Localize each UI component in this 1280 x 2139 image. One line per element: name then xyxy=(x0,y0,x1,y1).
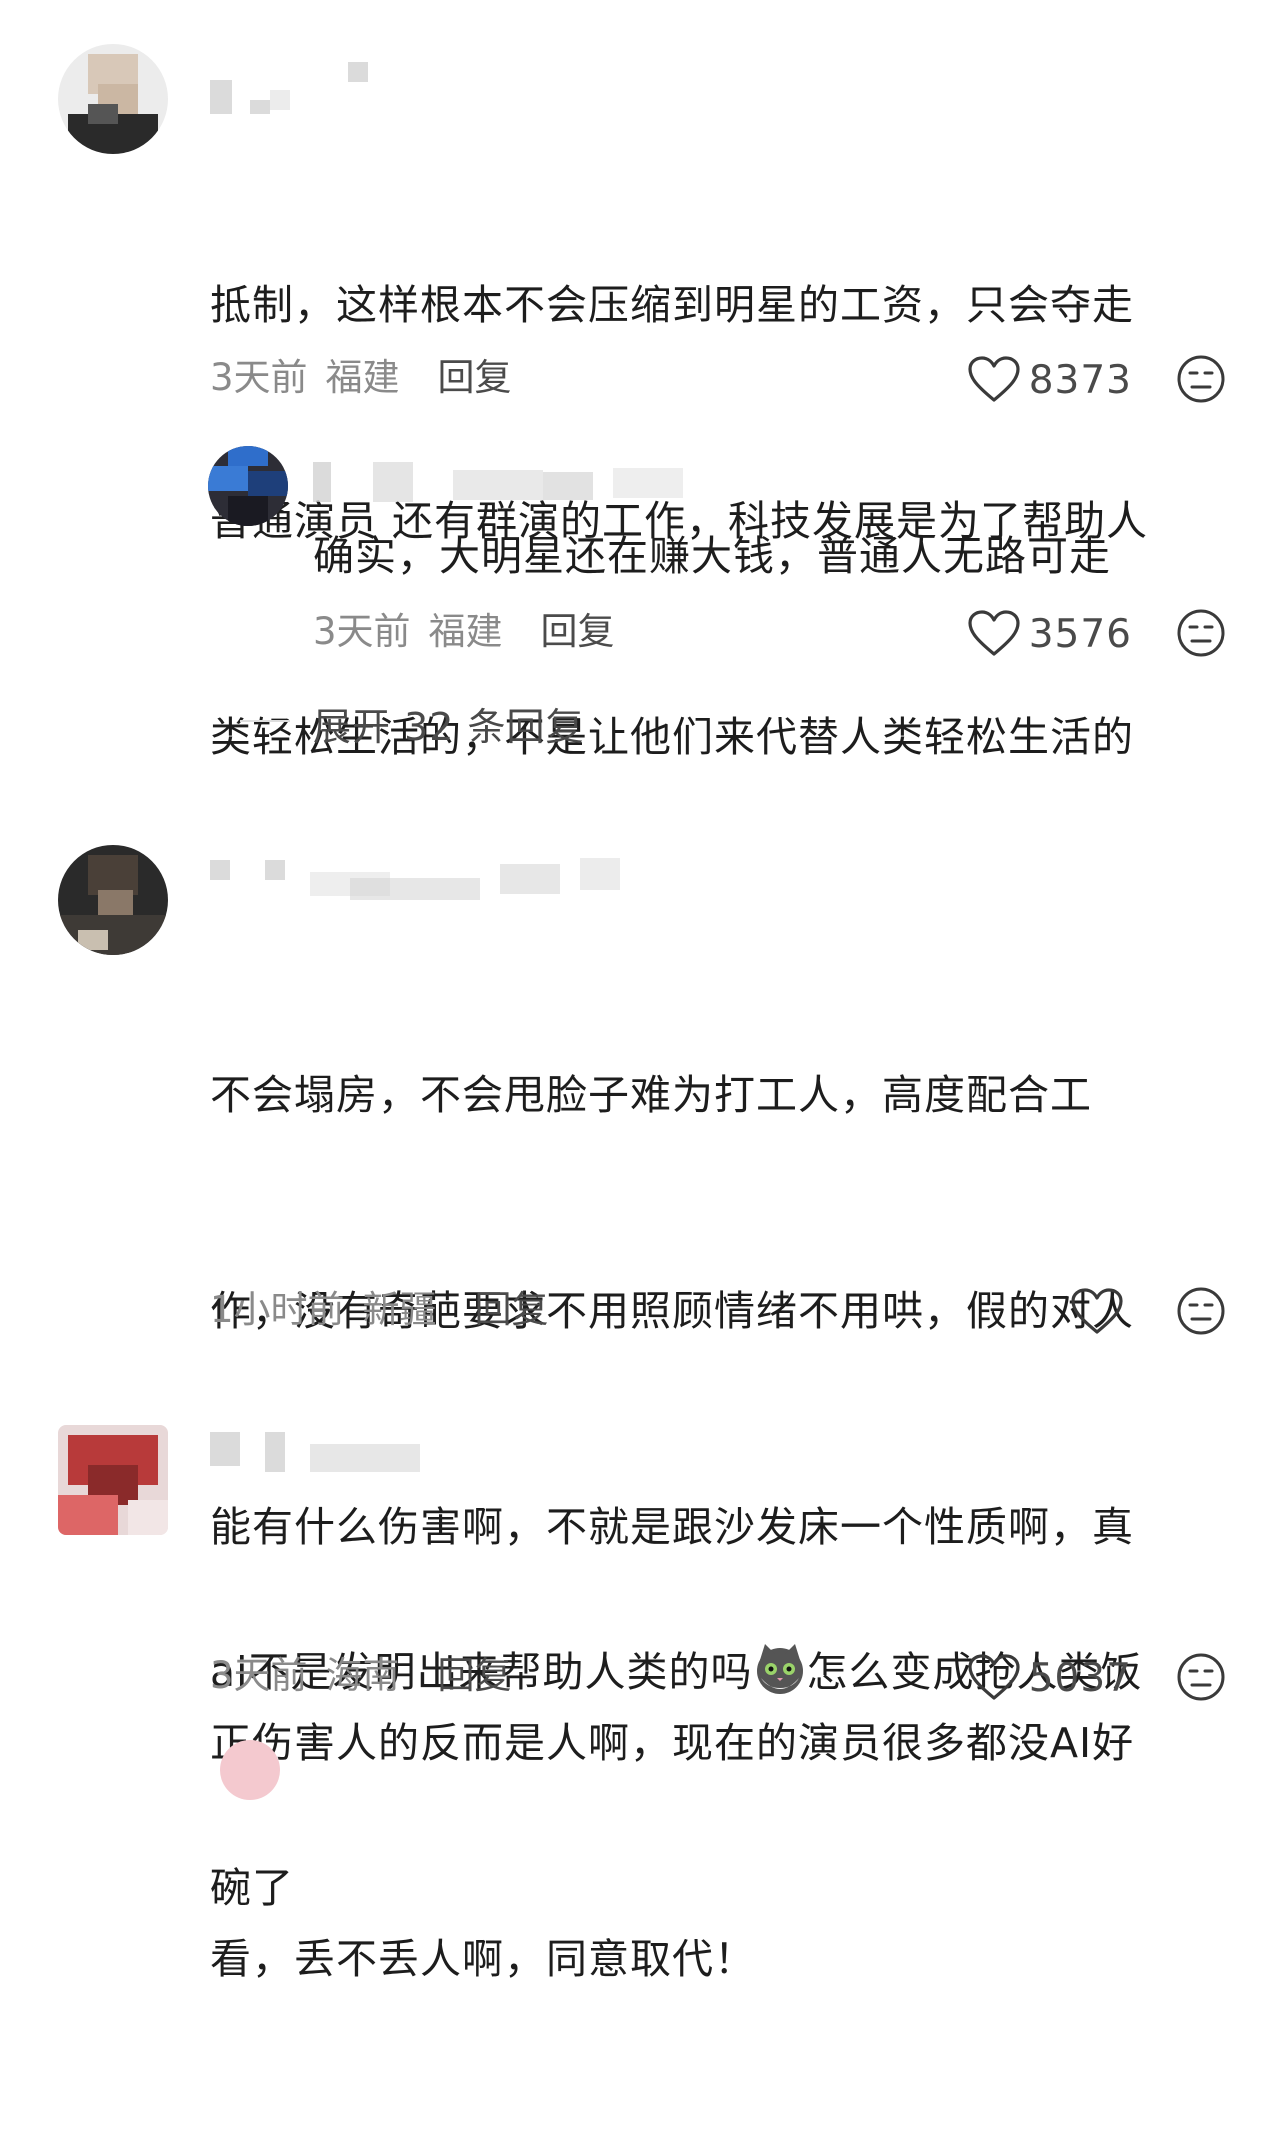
comment-line: 不会塌房，不会甩脸子难为打工人，高度配合工 xyxy=(210,1071,1092,1119)
username-blurred[interactable] xyxy=(210,1432,440,1472)
meh-face-icon[interactable] xyxy=(1176,354,1226,404)
like-button[interactable]: 3576 xyxy=(967,608,1132,660)
like-count: 5037 xyxy=(1028,1655,1132,1701)
like-button[interactable] xyxy=(1070,1286,1132,1338)
comment-meta: 3天前 福建 回复 xyxy=(210,352,512,404)
username-blurred[interactable] xyxy=(210,858,630,900)
timestamp: 3天前 xyxy=(210,356,308,399)
heart-outline-icon xyxy=(968,356,1020,402)
avatar[interactable] xyxy=(58,44,168,154)
region: 海南 xyxy=(325,1654,400,1697)
like-button[interactable]: 5037 xyxy=(967,1652,1132,1704)
reply-button[interactable]: 回复 xyxy=(475,1284,549,1336)
timestamp: 1小时前 xyxy=(210,1288,345,1331)
comment-1: 抵制，这样根本不会压缩到明星的工资，只会夺走 普通演员 还有群演的工作，科技发展… xyxy=(0,0,1280,761)
meh-face-icon[interactable] xyxy=(1176,1286,1226,1336)
comment-meta: 3天前 海南 回复 xyxy=(210,1650,512,1702)
comment-line: 碗了 xyxy=(210,1864,294,1912)
region: 新疆 xyxy=(362,1288,437,1331)
heart-outline-icon xyxy=(1071,1288,1123,1334)
reply-text: 确实，大明星还在赚大钱，普通人无路可走 xyxy=(313,532,1111,580)
like-count: 3576 xyxy=(1028,611,1132,657)
reply-button[interactable]: 回复 xyxy=(438,352,512,404)
timestamp: 3天前 xyxy=(210,1654,308,1697)
username-blurred[interactable] xyxy=(313,462,683,502)
comment-meta: 1小时前 新疆 回复 xyxy=(210,1284,549,1336)
comment-line: 抵制，这样根本不会压缩到明星的工资，只会夺走 xyxy=(210,281,1134,329)
like-button[interactable]: 8373 xyxy=(967,354,1132,406)
timestamp: 3天前 xyxy=(313,610,411,653)
reply-button[interactable]: 回复 xyxy=(541,606,615,658)
avatar[interactable] xyxy=(58,1425,168,1535)
expand-replies-label[interactable]: 展开 32 条回复 xyxy=(313,696,585,751)
reply-meta: 3天前 福建 回复 xyxy=(313,606,615,658)
comment-text: ai不是发明出来帮助人类的吗 怎么变成抢人类饭 碗了 xyxy=(210,1492,1230,2068)
region: 福建 xyxy=(325,356,400,399)
cat-emoji-icon xyxy=(756,1644,803,1694)
heart-outline-icon xyxy=(968,610,1020,656)
avatar[interactable] xyxy=(58,845,168,955)
region: 福建 xyxy=(428,610,503,653)
meh-face-icon[interactable] xyxy=(1176,1652,1226,1702)
divider xyxy=(240,720,290,722)
heart-outline-icon xyxy=(968,1654,1020,1700)
reply-button[interactable]: 回复 xyxy=(438,1650,512,1702)
meh-face-icon[interactable] xyxy=(1176,608,1226,658)
avatar[interactable] xyxy=(208,446,288,526)
username-blurred[interactable] xyxy=(210,60,380,114)
like-count: 8373 xyxy=(1028,357,1132,403)
avatar-partial[interactable] xyxy=(220,1740,280,1800)
